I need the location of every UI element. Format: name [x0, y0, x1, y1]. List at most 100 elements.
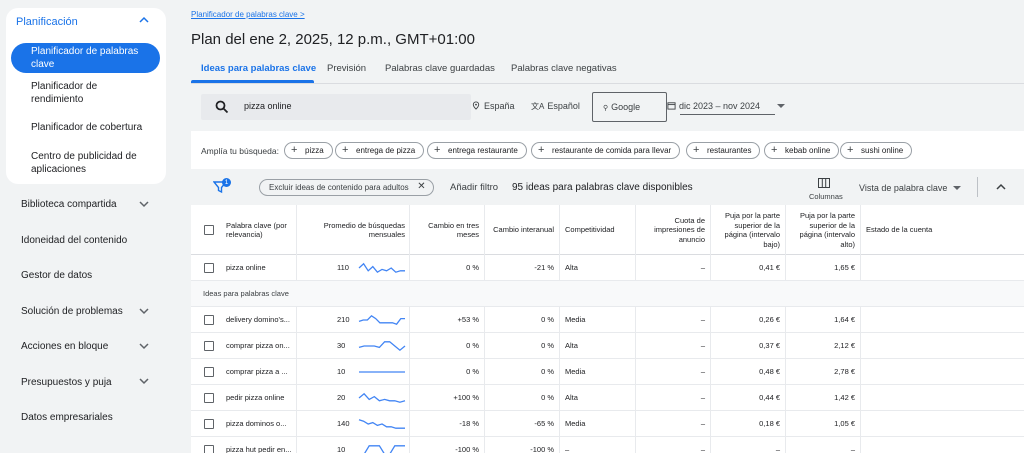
select-all-checkbox[interactable] [204, 225, 214, 235]
cell-three-month-change: 0 % [410, 359, 485, 385]
tab-keyword-ideas[interactable]: Ideas para palabras clave [201, 63, 316, 74]
table-toolbar: 1 Excluir ideas de contenido para adulto… [191, 169, 1024, 205]
header-account-status[interactable]: Estado de la cuenta [861, 205, 1024, 255]
row-checkbox[interactable] [204, 263, 214, 273]
tab-negative-keywords[interactable]: Palabras clave negativas [511, 63, 617, 74]
date-range-selector[interactable]: dic 2023 – nov 2024 [667, 101, 785, 111]
chevron-down-icon[interactable] [137, 374, 151, 388]
cell-impression-share: – [636, 307, 711, 333]
cell-bid-low: 0,41 € [711, 255, 786, 281]
row-checkbox[interactable] [204, 315, 214, 325]
row-checkbox[interactable] [204, 367, 214, 377]
cell-account-status [861, 437, 1024, 453]
broaden-chip[interactable]: + entrega restaurante [427, 142, 527, 159]
broaden-chip[interactable]: + restaurante de comida para llevar [531, 142, 681, 159]
sidebar-item-reach-planner[interactable]: Planificador de cobertura [31, 122, 151, 135]
cell-three-month-change: -100 % [410, 437, 485, 453]
plus-icon: + [693, 144, 700, 156]
cell-impression-share: – [636, 333, 711, 359]
sidebar-item-budgets-bidding[interactable]: Presupuestos y puja [21, 377, 112, 388]
cell-bid-high: 2,12 € [786, 333, 861, 359]
cell-three-month-change: +100 % [410, 385, 485, 411]
table-row[interactable]: pizza online 110 0 % -21 % Alta –0,41 €1,65 € [191, 255, 1024, 281]
toolbar-divider [977, 177, 978, 197]
header-competition[interactable]: Competitividad [560, 205, 636, 255]
network-icon: ⚲ [603, 105, 609, 112]
trend-sparkline [358, 419, 405, 429]
chevron-down-icon[interactable] [137, 304, 151, 318]
breadcrumb[interactable]: Planificador de palabras clave > [191, 10, 305, 19]
exclude-adult-filter-chip[interactable]: Excluir ideas de contenido para adultos ✕ [259, 179, 434, 196]
cell-keyword: pizza online [220, 255, 297, 281]
sidebar-item-performance-planner[interactable]: Planificador de rendimiento [31, 81, 151, 106]
cell-account-status [861, 385, 1024, 411]
chevron-up-icon[interactable] [994, 180, 1008, 194]
sidebar-item-bulk-actions[interactable]: Acciones en bloque [21, 341, 108, 352]
date-range-underline [680, 114, 775, 115]
table-row[interactable]: comprar pizza a ... 10 0 % 0 % Media –0,48 €2… [191, 359, 1024, 385]
keyword-search-input[interactable]: pizza online [201, 94, 471, 120]
sidebar-item-troubleshooting[interactable]: Solución de problemas [21, 306, 123, 317]
cell-bid-high: 1,65 € [786, 255, 861, 281]
table-row[interactable]: delivery domino's... 210 +53 % 0 % Media –0,2… [191, 307, 1024, 333]
table-row[interactable]: pedir pizza online 20 +100 % 0 % Alta –0,44 €… [191, 385, 1024, 411]
close-icon[interactable]: ✕ [417, 181, 425, 193]
trend-sparkline [358, 262, 405, 274]
broaden-chip[interactable]: + entrega de pizza [335, 142, 425, 159]
trend-sparkline [358, 392, 406, 403]
header-impression-share[interactable]: Cuota de impresiones de anuncio [636, 205, 711, 255]
broaden-label: Amplía tu búsqueda: [201, 146, 279, 156]
broaden-chip[interactable]: + pizza [284, 142, 333, 159]
sidebar-item-content-suitability[interactable]: Idoneidad del contenido [21, 235, 127, 246]
broaden-chip[interactable]: + sushi online [840, 142, 913, 159]
row-checkbox[interactable] [204, 419, 214, 429]
cell-bid-low: 0,48 € [711, 359, 786, 385]
columns-icon[interactable] [818, 178, 830, 188]
sidebar-section-planning[interactable]: Planificación [16, 16, 78, 28]
sidebar-item-keyword-planner[interactable]: Planificador de palabras clave [11, 43, 160, 73]
columns-button[interactable]: Columnas [809, 192, 843, 201]
table-row[interactable]: pizza dominos o... 140 -18 % -65 % Media –0,1… [191, 411, 1024, 437]
cell-bid-high: 1,42 € [786, 385, 861, 411]
header-bid-low[interactable]: Puja por la parte superior de la página … [711, 205, 786, 255]
broaden-chip[interactable]: + restaurantes [686, 142, 761, 159]
sidebar-item-data-manager[interactable]: Gestor de datos [21, 270, 92, 281]
trend-line [358, 262, 405, 274]
row-checkbox[interactable] [204, 393, 214, 403]
trend-line [358, 314, 405, 325]
chevron-down-icon[interactable] [137, 197, 151, 211]
header-keyword[interactable]: Palabra clave (por relevancia) [220, 205, 297, 255]
header-avg-searches[interactable]: Promedio de búsquedas mensuales [297, 205, 410, 255]
cell-three-month-change: -18 % [410, 411, 485, 437]
plus-icon: + [847, 144, 854, 156]
table-row[interactable]: comprar pizza on... 30 0 % 0 % Alta –0,37 €2,… [191, 333, 1024, 359]
sidebar-item-business-data[interactable]: Datos empresariales [21, 412, 113, 423]
header-yoy-change[interactable]: Cambio interanual [485, 205, 560, 255]
add-filter-button[interactable]: Añadir filtro [450, 182, 498, 193]
cell-keyword: pedir pizza online [220, 385, 297, 411]
cell-competition: Alta [560, 255, 636, 281]
row-checkbox[interactable] [204, 341, 214, 351]
header-three-month-change[interactable]: Cambio en tres meses [410, 205, 485, 255]
tab-saved-keywords[interactable]: Palabras clave guardadas [385, 63, 495, 74]
location-selector[interactable]: España [472, 101, 515, 111]
broaden-chip[interactable]: + kebab online [764, 142, 840, 159]
calendar-icon [667, 102, 676, 110]
plus-icon: + [291, 144, 298, 156]
sidebar-item-app-advertising-hub[interactable]: Centro de publicidad de aplicaciones [31, 151, 151, 176]
cell-three-month-change: +53 % [410, 307, 485, 333]
chevron-up-icon[interactable] [137, 13, 151, 27]
cell-keyword: comprar pizza on... [220, 333, 297, 359]
table-row[interactable]: pizza hut pedir en... 10 -100 % -100 % – – – – [191, 437, 1024, 453]
cell-yoy-change: -21 % [485, 255, 560, 281]
cell-impression-share: – [636, 385, 711, 411]
header-bid-high[interactable]: Puja por la parte superior de la página … [786, 205, 861, 255]
view-selector[interactable]: Vista de palabra clave [859, 183, 962, 193]
tab-forecast[interactable]: Previsión [327, 63, 366, 74]
network-selector[interactable]: ⚲ Google [592, 92, 667, 122]
sidebar-item-shared-library[interactable]: Biblioteca compartida [21, 199, 117, 210]
language-selector[interactable]: 文A Español [531, 101, 580, 112]
chevron-down-icon[interactable] [137, 339, 151, 353]
section-header-row: Ideas para palabras clave [191, 281, 1024, 307]
row-checkbox[interactable] [204, 445, 214, 453]
